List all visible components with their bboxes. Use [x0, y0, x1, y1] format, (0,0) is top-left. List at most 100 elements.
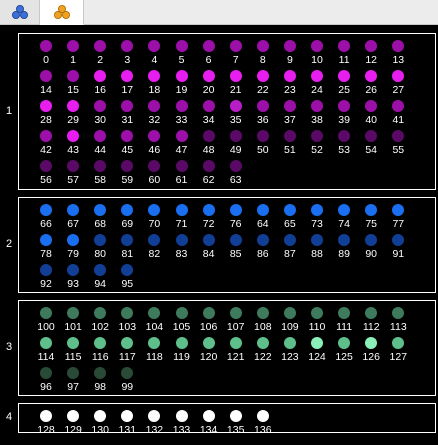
led-indicator[interactable]: [365, 70, 378, 82]
led-indicator[interactable]: [365, 234, 378, 246]
led-indicator[interactable]: [365, 204, 378, 216]
led-indicator[interactable]: [40, 100, 52, 112]
led-indicator[interactable]: [67, 204, 80, 216]
led-indicator[interactable]: [121, 70, 134, 82]
led-indicator[interactable]: [121, 204, 134, 216]
led-indicator[interactable]: [40, 40, 52, 52]
led-indicator[interactable]: [338, 204, 351, 216]
led-indicator[interactable]: [283, 337, 296, 349]
led-indicator[interactable]: [365, 40, 378, 52]
led-indicator[interactable]: [67, 100, 80, 112]
led-indicator[interactable]: [392, 234, 405, 246]
led-indicator[interactable]: [94, 70, 107, 82]
led-indicator[interactable]: [283, 70, 296, 82]
led-indicator[interactable]: [40, 264, 52, 276]
led-indicator[interactable]: [40, 130, 52, 142]
led-indicator[interactable]: [121, 307, 134, 319]
led-indicator[interactable]: [256, 100, 269, 112]
led-indicator[interactable]: [202, 337, 215, 349]
led-indicator[interactable]: [392, 100, 405, 112]
led-indicator[interactable]: [256, 130, 269, 142]
led-indicator[interactable]: [229, 234, 242, 246]
led-indicator[interactable]: [202, 204, 215, 216]
led-indicator[interactable]: [283, 130, 296, 142]
led-indicator[interactable]: [311, 100, 323, 112]
led-indicator[interactable]: [121, 100, 134, 112]
led-indicator[interactable]: [338, 70, 351, 82]
led-indicator[interactable]: [175, 204, 188, 216]
led-indicator[interactable]: [94, 234, 107, 246]
led-indicator[interactable]: [229, 410, 242, 422]
led-indicator[interactable]: [311, 130, 323, 142]
led-indicator[interactable]: [67, 160, 80, 172]
led-indicator[interactable]: [229, 307, 242, 319]
led-indicator[interactable]: [229, 160, 242, 172]
led-indicator[interactable]: [256, 410, 269, 422]
led-indicator[interactable]: [229, 40, 242, 52]
led-indicator[interactable]: [202, 130, 215, 142]
led-indicator[interactable]: [338, 40, 351, 52]
led-indicator[interactable]: [121, 410, 134, 422]
led-indicator[interactable]: [67, 70, 80, 82]
led-indicator[interactable]: [148, 204, 161, 216]
led-indicator[interactable]: [94, 337, 107, 349]
led-indicator[interactable]: [175, 234, 188, 246]
led-indicator[interactable]: [175, 70, 188, 82]
led-indicator[interactable]: [338, 234, 351, 246]
led-indicator[interactable]: [229, 130, 242, 142]
led-indicator[interactable]: [40, 337, 52, 349]
led-indicator[interactable]: [392, 204, 405, 216]
led-indicator[interactable]: [256, 204, 269, 216]
led-indicator[interactable]: [311, 234, 323, 246]
led-indicator[interactable]: [202, 40, 215, 52]
led-indicator[interactable]: [392, 307, 405, 319]
led-indicator[interactable]: [175, 307, 188, 319]
led-indicator[interactable]: [40, 204, 52, 216]
led-indicator[interactable]: [67, 410, 80, 422]
led-indicator[interactable]: [148, 100, 161, 112]
led-indicator[interactable]: [256, 40, 269, 52]
led-indicator[interactable]: [256, 337, 269, 349]
led-indicator[interactable]: [202, 160, 215, 172]
led-indicator[interactable]: [40, 160, 52, 172]
led-indicator[interactable]: [338, 130, 351, 142]
led-indicator[interactable]: [148, 410, 161, 422]
led-indicator[interactable]: [94, 160, 107, 172]
led-indicator[interactable]: [94, 264, 107, 276]
led-indicator[interactable]: [229, 337, 242, 349]
led-indicator[interactable]: [148, 40, 161, 52]
led-indicator[interactable]: [175, 100, 188, 112]
led-indicator[interactable]: [283, 234, 296, 246]
led-indicator[interactable]: [67, 307, 80, 319]
led-indicator[interactable]: [67, 40, 80, 52]
led-indicator[interactable]: [121, 337, 134, 349]
led-indicator[interactable]: [121, 234, 134, 246]
led-indicator[interactable]: [283, 40, 296, 52]
led-indicator[interactable]: [202, 100, 215, 112]
led-indicator[interactable]: [40, 367, 52, 379]
led-indicator[interactable]: [175, 160, 188, 172]
led-indicator[interactable]: [202, 307, 215, 319]
led-indicator[interactable]: [94, 130, 107, 142]
led-indicator[interactable]: [256, 70, 269, 82]
led-indicator[interactable]: [365, 100, 378, 112]
led-indicator[interactable]: [338, 337, 351, 349]
led-indicator[interactable]: [311, 204, 323, 216]
led-indicator[interactable]: [392, 337, 405, 349]
led-indicator[interactable]: [148, 160, 161, 172]
led-indicator[interactable]: [40, 410, 52, 422]
led-indicator[interactable]: [283, 307, 296, 319]
led-indicator[interactable]: [121, 40, 134, 52]
led-indicator[interactable]: [392, 40, 405, 52]
led-indicator[interactable]: [175, 40, 188, 52]
led-indicator[interactable]: [40, 307, 52, 319]
led-indicator[interactable]: [392, 70, 405, 82]
led-indicator[interactable]: [67, 264, 80, 276]
led-indicator[interactable]: [392, 130, 405, 142]
led-indicator[interactable]: [311, 307, 323, 319]
led-indicator[interactable]: [256, 234, 269, 246]
led-indicator[interactable]: [148, 70, 161, 82]
led-indicator[interactable]: [121, 160, 134, 172]
led-indicator[interactable]: [365, 337, 378, 349]
led-indicator[interactable]: [148, 307, 161, 319]
